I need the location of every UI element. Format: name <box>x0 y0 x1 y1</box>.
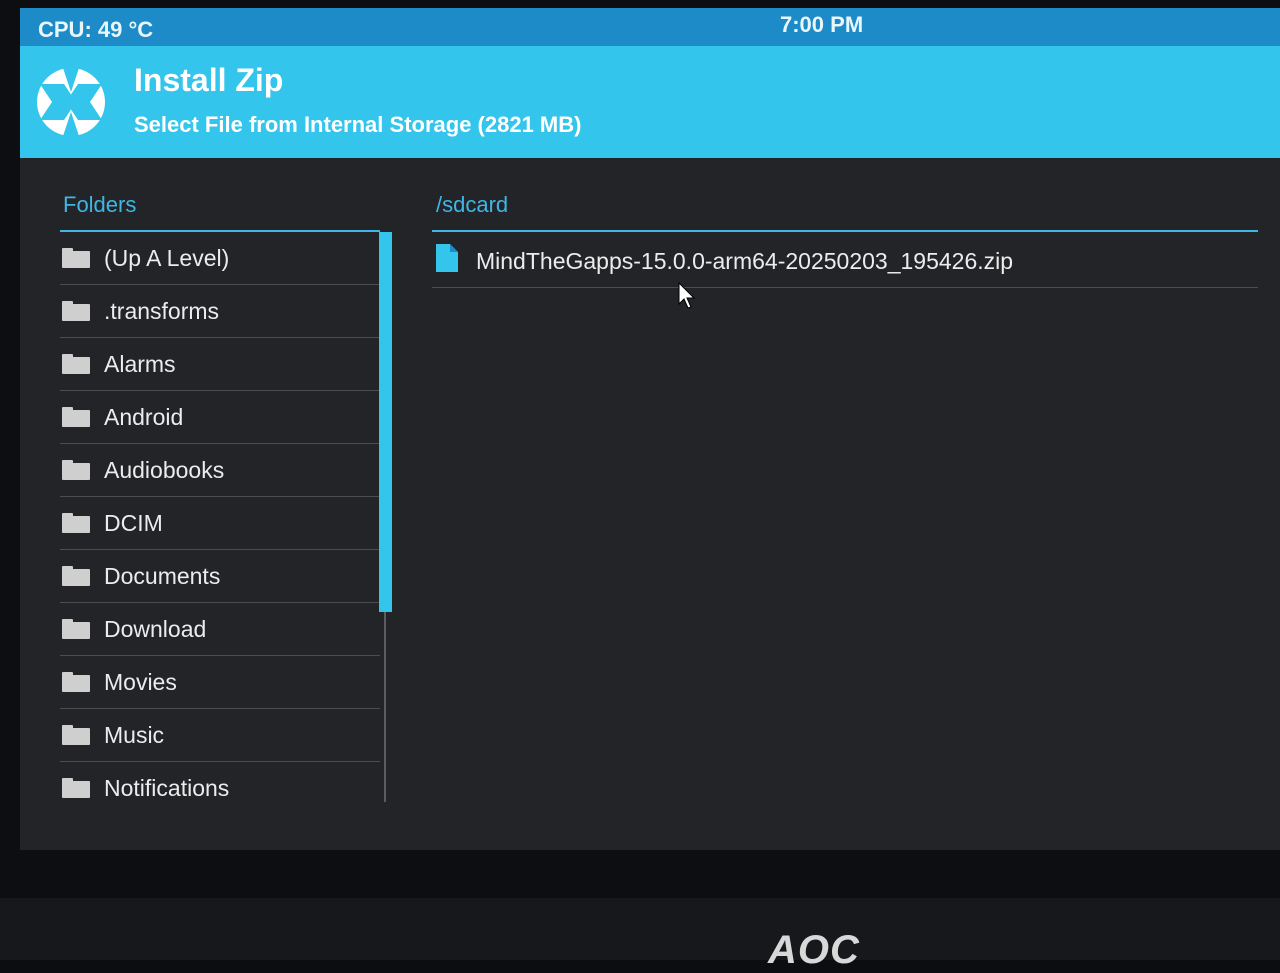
folder-item-android[interactable]: Android <box>60 391 380 444</box>
folder-item-download[interactable]: Download <box>60 603 380 656</box>
folder-icon <box>62 566 90 586</box>
file-list[interactable]: MindTheGapps-15.0.0-arm64-20250203_19542… <box>432 232 1258 288</box>
folder-icon <box>62 619 90 639</box>
page-subtitle: Select File from Internal Storage (2821 … <box>134 112 582 137</box>
folder-label: Alarms <box>104 351 176 377</box>
folder-label: Music <box>104 722 165 748</box>
folder-icon <box>62 354 90 374</box>
folder-list[interactable]: (Up A Level) .transforms Alarms Android … <box>60 232 380 802</box>
folder-icon <box>62 725 90 745</box>
folder-item-music[interactable]: Music <box>60 709 380 762</box>
folder-item-notifications[interactable]: Notifications <box>60 762 380 802</box>
folder-label: .transforms <box>104 298 220 324</box>
file-icon <box>436 244 458 272</box>
folder-label: Documents <box>104 563 221 589</box>
folder-scrollbar-thumb[interactable] <box>379 232 392 612</box>
folder-icon <box>62 248 90 268</box>
folder-label: Audiobooks <box>104 457 225 483</box>
navigation-bar <box>20 838 1280 850</box>
folder-label: DCIM <box>104 510 163 536</box>
folder-item-movies[interactable]: Movies <box>60 656 380 709</box>
header: Install Zip Select File from Internal St… <box>20 46 1280 158</box>
monitor-bezel: CPU: 49 °C 7:00 PM Install Zip Select Fi… <box>0 0 1280 972</box>
folder-item-dcim[interactable]: DCIM <box>60 497 380 550</box>
folder-item-up-a-level[interactable]: (Up A Level) <box>60 232 380 285</box>
file-item-mindthegapps-zip[interactable]: MindTheGapps-15.0.0-arm64-20250203_19542… <box>432 232 1258 288</box>
folder-icon <box>62 460 90 480</box>
folder-item-transforms[interactable]: .transforms <box>60 285 380 338</box>
folder-item-documents[interactable]: Documents <box>60 550 380 603</box>
folder-icon <box>62 778 90 798</box>
folders-heading: Folders <box>63 192 137 217</box>
folder-label: (Up A Level) <box>104 245 230 271</box>
folder-item-alarms[interactable]: Alarms <box>60 338 380 391</box>
twrp-logo-icon <box>37 68 105 136</box>
folder-icon <box>62 407 90 427</box>
mouse-cursor-icon <box>678 282 696 309</box>
monitor-brand-logo: AOC <box>768 928 860 972</box>
current-path: /sdcard <box>436 192 509 217</box>
cpu-temperature: CPU: 49 °C <box>38 17 154 42</box>
monitor-bottom-bezel: AOC <box>0 898 1280 972</box>
status-bar: CPU: 49 °C 7:00 PM <box>20 8 1280 46</box>
screen: CPU: 49 °C 7:00 PM Install Zip Select Fi… <box>20 8 1280 850</box>
folder-icon <box>62 672 90 692</box>
folder-label: Movies <box>104 669 177 695</box>
file-label: MindTheGapps-15.0.0-arm64-20250203_19542… <box>476 248 1014 274</box>
page-title: Install Zip <box>134 62 284 98</box>
folder-icon <box>62 513 90 533</box>
folder-item-audiobooks[interactable]: Audiobooks <box>60 444 380 497</box>
clock: 7:00 PM <box>780 12 864 37</box>
folder-label: Download <box>104 616 207 642</box>
folder-icon <box>62 301 90 321</box>
folder-label: Android <box>104 404 184 430</box>
folder-label: Notifications <box>104 775 230 801</box>
